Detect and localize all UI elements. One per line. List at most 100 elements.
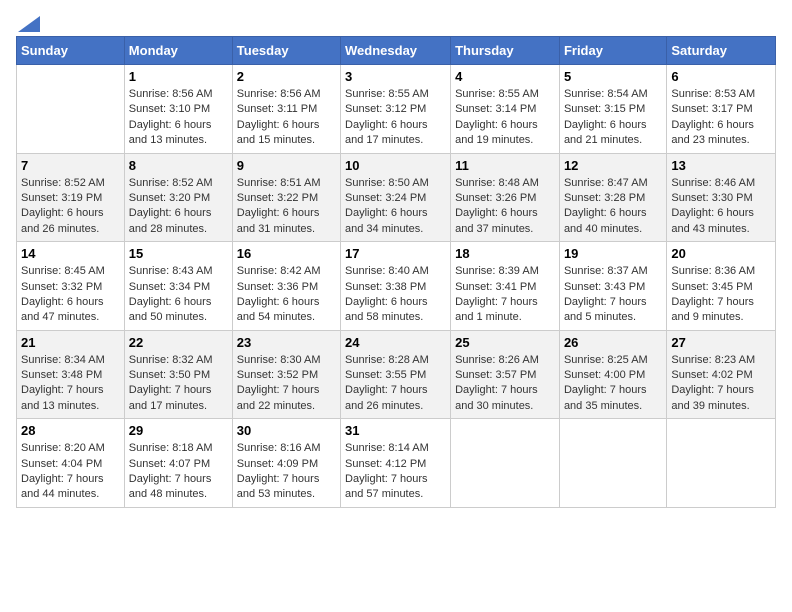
day-number: 9 <box>237 158 336 173</box>
daylight-text: Daylight: 6 hours and 13 minutes. <box>129 118 228 149</box>
day-info: Sunrise: 8:23 AM Sunset: 4:02 PM Dayligh… <box>671 353 771 415</box>
sunrise-text: Sunrise: 8:46 AM <box>671 176 771 191</box>
calendar-cell: 31 Sunrise: 8:14 AM Sunset: 4:12 PM Dayl… <box>341 419 451 508</box>
day-number: 22 <box>129 335 228 350</box>
daylight-text: Daylight: 6 hours and 23 minutes. <box>671 118 771 149</box>
calendar-cell: 21 Sunrise: 8:34 AM Sunset: 3:48 PM Dayl… <box>17 330 125 419</box>
sunset-text: Sunset: 3:55 PM <box>345 368 446 383</box>
sunrise-text: Sunrise: 8:37 AM <box>564 264 662 279</box>
sunrise-text: Sunrise: 8:16 AM <box>237 441 336 456</box>
day-info: Sunrise: 8:14 AM Sunset: 4:12 PM Dayligh… <box>345 441 446 503</box>
daylight-text: Daylight: 7 hours and 9 minutes. <box>671 295 771 326</box>
calendar-cell: 17 Sunrise: 8:40 AM Sunset: 3:38 PM Dayl… <box>341 242 451 331</box>
sunset-text: Sunset: 4:00 PM <box>564 368 662 383</box>
calendar-cell: 4 Sunrise: 8:55 AM Sunset: 3:14 PM Dayli… <box>451 65 560 154</box>
day-number: 24 <box>345 335 446 350</box>
day-number: 16 <box>237 246 336 261</box>
daylight-text: Daylight: 6 hours and 15 minutes. <box>237 118 336 149</box>
sunset-text: Sunset: 3:17 PM <box>671 102 771 117</box>
day-info: Sunrise: 8:30 AM Sunset: 3:52 PM Dayligh… <box>237 353 336 415</box>
sunset-text: Sunset: 3:48 PM <box>21 368 120 383</box>
day-number: 11 <box>455 158 555 173</box>
day-info: Sunrise: 8:54 AM Sunset: 3:15 PM Dayligh… <box>564 87 662 149</box>
calendar-week-row: 7 Sunrise: 8:52 AM Sunset: 3:19 PM Dayli… <box>17 153 776 242</box>
calendar-cell: 27 Sunrise: 8:23 AM Sunset: 4:02 PM Dayl… <box>667 330 776 419</box>
calendar-cell <box>559 419 666 508</box>
sunrise-text: Sunrise: 8:32 AM <box>129 353 228 368</box>
day-number: 12 <box>564 158 662 173</box>
calendar-cell <box>667 419 776 508</box>
day-number: 2 <box>237 69 336 84</box>
header <box>16 16 776 28</box>
daylight-text: Daylight: 6 hours and 19 minutes. <box>455 118 555 149</box>
daylight-text: Daylight: 6 hours and 31 minutes. <box>237 206 336 237</box>
day-number: 30 <box>237 423 336 438</box>
sunset-text: Sunset: 3:34 PM <box>129 280 228 295</box>
calendar-cell: 20 Sunrise: 8:36 AM Sunset: 3:45 PM Dayl… <box>667 242 776 331</box>
day-info: Sunrise: 8:32 AM Sunset: 3:50 PM Dayligh… <box>129 353 228 415</box>
sunset-text: Sunset: 3:30 PM <box>671 191 771 206</box>
sunrise-text: Sunrise: 8:43 AM <box>129 264 228 279</box>
calendar-cell: 7 Sunrise: 8:52 AM Sunset: 3:19 PM Dayli… <box>17 153 125 242</box>
daylight-text: Daylight: 6 hours and 54 minutes. <box>237 295 336 326</box>
day-number: 28 <box>21 423 120 438</box>
day-info: Sunrise: 8:52 AM Sunset: 3:20 PM Dayligh… <box>129 176 228 238</box>
daylight-text: Daylight: 7 hours and 48 minutes. <box>129 472 228 503</box>
sunset-text: Sunset: 3:32 PM <box>21 280 120 295</box>
daylight-text: Daylight: 7 hours and 30 minutes. <box>455 383 555 414</box>
day-info: Sunrise: 8:53 AM Sunset: 3:17 PM Dayligh… <box>671 87 771 149</box>
sunset-text: Sunset: 3:57 PM <box>455 368 555 383</box>
calendar-cell: 29 Sunrise: 8:18 AM Sunset: 4:07 PM Dayl… <box>124 419 232 508</box>
calendar-cell: 25 Sunrise: 8:26 AM Sunset: 3:57 PM Dayl… <box>451 330 560 419</box>
day-info: Sunrise: 8:40 AM Sunset: 3:38 PM Dayligh… <box>345 264 446 326</box>
sunrise-text: Sunrise: 8:48 AM <box>455 176 555 191</box>
sunrise-text: Sunrise: 8:28 AM <box>345 353 446 368</box>
calendar-week-row: 21 Sunrise: 8:34 AM Sunset: 3:48 PM Dayl… <box>17 330 776 419</box>
sunrise-text: Sunrise: 8:42 AM <box>237 264 336 279</box>
day-info: Sunrise: 8:47 AM Sunset: 3:28 PM Dayligh… <box>564 176 662 238</box>
day-info: Sunrise: 8:52 AM Sunset: 3:19 PM Dayligh… <box>21 176 120 238</box>
sunset-text: Sunset: 4:09 PM <box>237 457 336 472</box>
day-info: Sunrise: 8:42 AM Sunset: 3:36 PM Dayligh… <box>237 264 336 326</box>
day-number: 3 <box>345 69 446 84</box>
calendar-cell: 26 Sunrise: 8:25 AM Sunset: 4:00 PM Dayl… <box>559 330 666 419</box>
calendar-cell: 10 Sunrise: 8:50 AM Sunset: 3:24 PM Dayl… <box>341 153 451 242</box>
calendar-cell: 1 Sunrise: 8:56 AM Sunset: 3:10 PM Dayli… <box>124 65 232 154</box>
day-number: 26 <box>564 335 662 350</box>
day-number: 4 <box>455 69 555 84</box>
sunrise-text: Sunrise: 8:36 AM <box>671 264 771 279</box>
day-number: 21 <box>21 335 120 350</box>
sunrise-text: Sunrise: 8:18 AM <box>129 441 228 456</box>
sunrise-text: Sunrise: 8:30 AM <box>237 353 336 368</box>
daylight-text: Daylight: 7 hours and 44 minutes. <box>21 472 120 503</box>
daylight-text: Daylight: 6 hours and 21 minutes. <box>564 118 662 149</box>
sunset-text: Sunset: 3:24 PM <box>345 191 446 206</box>
daylight-text: Daylight: 6 hours and 26 minutes. <box>21 206 120 237</box>
day-number: 17 <box>345 246 446 261</box>
sunset-text: Sunset: 3:15 PM <box>564 102 662 117</box>
sunrise-text: Sunrise: 8:34 AM <box>21 353 120 368</box>
day-info: Sunrise: 8:56 AM Sunset: 3:11 PM Dayligh… <box>237 87 336 149</box>
daylight-text: Daylight: 7 hours and 57 minutes. <box>345 472 446 503</box>
calendar-header-thursday: Thursday <box>451 37 560 65</box>
calendar-cell: 18 Sunrise: 8:39 AM Sunset: 3:41 PM Dayl… <box>451 242 560 331</box>
day-info: Sunrise: 8:36 AM Sunset: 3:45 PM Dayligh… <box>671 264 771 326</box>
sunrise-text: Sunrise: 8:56 AM <box>237 87 336 102</box>
day-number: 23 <box>237 335 336 350</box>
day-number: 18 <box>455 246 555 261</box>
daylight-text: Daylight: 7 hours and 35 minutes. <box>564 383 662 414</box>
day-info: Sunrise: 8:46 AM Sunset: 3:30 PM Dayligh… <box>671 176 771 238</box>
calendar-cell: 14 Sunrise: 8:45 AM Sunset: 3:32 PM Dayl… <box>17 242 125 331</box>
calendar-week-row: 14 Sunrise: 8:45 AM Sunset: 3:32 PM Dayl… <box>17 242 776 331</box>
sunrise-text: Sunrise: 8:55 AM <box>345 87 446 102</box>
calendar-cell: 11 Sunrise: 8:48 AM Sunset: 3:26 PM Dayl… <box>451 153 560 242</box>
sunrise-text: Sunrise: 8:25 AM <box>564 353 662 368</box>
calendar-cell: 5 Sunrise: 8:54 AM Sunset: 3:15 PM Dayli… <box>559 65 666 154</box>
sunset-text: Sunset: 3:52 PM <box>237 368 336 383</box>
day-info: Sunrise: 8:37 AM Sunset: 3:43 PM Dayligh… <box>564 264 662 326</box>
sunrise-text: Sunrise: 8:53 AM <box>671 87 771 102</box>
day-info: Sunrise: 8:26 AM Sunset: 3:57 PM Dayligh… <box>455 353 555 415</box>
daylight-text: Daylight: 6 hours and 17 minutes. <box>345 118 446 149</box>
sunrise-text: Sunrise: 8:23 AM <box>671 353 771 368</box>
daylight-text: Daylight: 7 hours and 13 minutes. <box>21 383 120 414</box>
